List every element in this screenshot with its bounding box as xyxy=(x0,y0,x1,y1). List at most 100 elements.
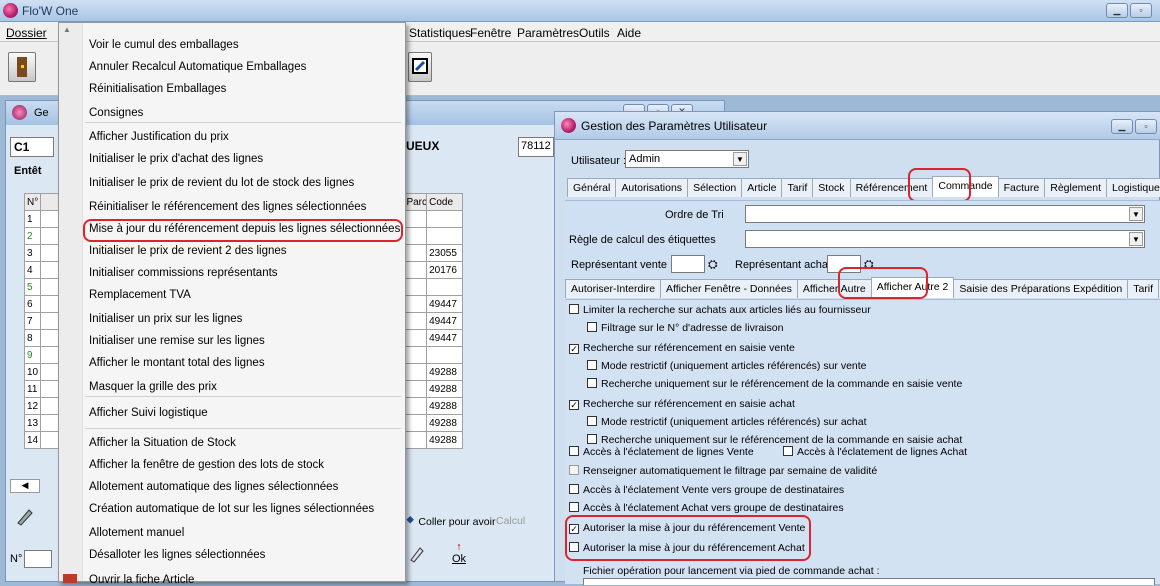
row-code: 49288 xyxy=(426,414,464,432)
menu-item[interactable]: Réinitialiser le référencement des ligne… xyxy=(89,201,366,213)
menu-item[interactable]: Initialiser une remise sur les lignes xyxy=(89,335,265,347)
edit-icon[interactable] xyxy=(408,52,432,82)
menu-item[interactable]: Voir le cumul des emballages xyxy=(89,39,239,51)
renseigner-checkbox[interactable]: Renseigner automatiquement le filtrage p… xyxy=(569,465,877,477)
menu-item[interactable]: Remplacement TVA xyxy=(89,289,191,301)
checkbox-checked-icon: ✓ xyxy=(569,400,579,410)
menu-statistiques[interactable]: Statistiques xyxy=(409,26,471,40)
eclat-achat-groupe-checkbox[interactable]: Accès à l'éclatement Achat vers groupe d… xyxy=(569,502,844,514)
checkbox-icon xyxy=(587,416,597,426)
tab-entete[interactable]: Entêt xyxy=(14,165,42,177)
subtab-afficherfenêtredonnées[interactable]: Afficher Fenêtre - Données xyxy=(660,279,798,298)
pen-tool-icon[interactable] xyxy=(14,505,36,527)
menu-item[interactable]: Afficher Suivi logistique xyxy=(89,407,208,419)
minimize-icon[interactable]: ▁ xyxy=(1106,3,1128,18)
menu-aide[interactable]: Aide xyxy=(617,26,641,40)
up-arrow-icon: ↑ xyxy=(456,541,462,553)
tab-sélection[interactable]: Sélection xyxy=(687,178,743,197)
menu-item[interactable]: Afficher Justification du prix xyxy=(89,131,229,143)
subtab-autoriserinterdire[interactable]: Autoriser-Interdire xyxy=(565,279,662,298)
tab-tarif[interactable]: Tarif xyxy=(781,178,814,197)
checkbox-icon xyxy=(569,304,579,314)
eclat-achat-checkbox[interactable]: Accès à l'éclatement de lignes Achat xyxy=(783,446,967,458)
bottom-n-field[interactable] xyxy=(24,550,52,568)
subtab-saisiedespréparationsexpédition[interactable]: Saisie des Préparations Expédition xyxy=(953,279,1129,298)
menu-item[interactable]: Création automatique de lot sur les lign… xyxy=(89,503,374,515)
row-code: 49288 xyxy=(426,380,464,398)
option-checkbox[interactable]: ✓ Recherche sur référencement en saisie v… xyxy=(569,342,795,354)
regle-select[interactable]: ▼ xyxy=(745,230,1145,248)
menu-item[interactable]: Désalloter les lignes sélectionnées xyxy=(89,549,265,561)
tab-règlement[interactable]: Règlement xyxy=(1044,178,1108,197)
option-checkbox[interactable]: Mode restrictif (uniquement articles réf… xyxy=(587,416,867,428)
tab-logistique[interactable]: Logistique xyxy=(1106,178,1160,197)
option-checkbox[interactable]: Recherche uniquement sur le référencemen… xyxy=(587,378,962,390)
calcul-button[interactable]: Calcul xyxy=(496,515,525,527)
edit-icon[interactable] xyxy=(408,544,426,564)
menu-item[interactable]: Initialiser le prix de revient du lot de… xyxy=(89,177,354,189)
menu-item[interactable]: Annuler Recalcul Automatique Emballages xyxy=(89,61,306,73)
tab-général[interactable]: Général xyxy=(567,178,617,197)
row-number: 14 xyxy=(23,431,42,449)
menu-fenetre[interactable]: Fenêtre xyxy=(470,26,511,40)
menu-item[interactable]: Initialiser un prix sur les lignes xyxy=(89,313,242,325)
client-code-field[interactable]: C1 xyxy=(10,137,54,157)
eclat-vente-checkbox[interactable]: Accès à l'éclatement de lignes Vente xyxy=(569,446,754,458)
menu-item[interactable]: Initialiser le prix de revient 2 des lig… xyxy=(89,245,287,257)
rep-vente-lookup-icon[interactable]: ⛭ xyxy=(708,257,718,272)
menu-outils[interactable]: Outils xyxy=(579,26,610,40)
menu-item[interactable]: Afficher le montant total des lignes xyxy=(89,357,265,369)
postal-code-field[interactable]: 78112 xyxy=(518,137,554,157)
menu-item[interactable]: Afficher la Situation de Stock xyxy=(89,437,236,449)
user-select[interactable]: Admin ▼ xyxy=(625,150,749,168)
option-checkbox[interactable]: Filtrage sur le N° d'adresse de livraiso… xyxy=(587,322,783,334)
row-code xyxy=(426,210,464,228)
grid-header-cell[interactable]: Code xyxy=(426,193,464,211)
ok-button[interactable]: ↑ Ok xyxy=(452,541,466,565)
dialog-maximize-icon[interactable]: ▫ xyxy=(1135,119,1157,134)
checkbox-icon xyxy=(587,434,597,444)
tab-autorisations[interactable]: Autorisations xyxy=(615,178,689,197)
option-checkbox[interactable]: Recherche uniquement sur le référencemen… xyxy=(587,434,962,446)
menu-item[interactable]: Masquer la grille des prix xyxy=(89,381,217,393)
rep-vente-field[interactable] xyxy=(671,255,705,273)
options-panel: Limiter la recherche sur achats aux arti… xyxy=(565,299,1160,585)
option-checkbox[interactable]: Mode restrictif (uniquement articles réf… xyxy=(587,360,867,372)
chevron-down-icon[interactable]: ▼ xyxy=(1129,207,1143,221)
menu-item[interactable]: Initialiser commissions représentants xyxy=(89,267,278,279)
scroll-left-icon[interactable]: ◀ xyxy=(10,479,40,493)
rep-achat-label: Représentant achat xyxy=(735,259,832,271)
eclat-vente-groupe-checkbox[interactable]: Accès à l'éclatement Vente vers groupe d… xyxy=(569,484,844,496)
coller-pour-avoir-button[interactable]: ⯁ Coller pour avoir xyxy=(406,515,495,528)
chevron-down-icon[interactable]: ▼ xyxy=(1129,232,1143,246)
chevron-down-icon[interactable]: ▼ xyxy=(733,152,747,166)
exit-door-icon[interactable] xyxy=(8,52,36,82)
paste-icon: ⯁ xyxy=(406,515,415,527)
ordre-select[interactable]: ▼ xyxy=(745,205,1145,223)
menu-item[interactable]: Consignes xyxy=(89,107,143,119)
menu-item[interactable]: Réinitialisation Emballages xyxy=(89,83,226,95)
menu-item[interactable]: Allotement automatique des lignes sélect… xyxy=(89,481,338,493)
menu-item[interactable]: Allotement manuel xyxy=(89,527,184,539)
menu-item[interactable]: Afficher la fenêtre de gestion des lots … xyxy=(89,459,324,471)
tab-facture[interactable]: Facture xyxy=(997,178,1046,197)
tab-stock[interactable]: Stock xyxy=(812,178,851,197)
scroll-up-icon[interactable]: ▲ xyxy=(63,25,71,34)
subtab-tarif[interactable]: Tarif xyxy=(1127,279,1160,298)
menu-item[interactable]: Initialiser le prix d'achat des lignes xyxy=(89,153,263,165)
user-label: Utilisateur : xyxy=(571,155,627,167)
dialog-minimize-icon[interactable]: ▁ xyxy=(1111,119,1133,134)
grid-header-cell[interactable]: N° xyxy=(23,193,42,211)
checkbox-icon xyxy=(569,502,579,512)
menu-dossier[interactable]: Dossier xyxy=(6,26,47,40)
checkbox-icon xyxy=(569,465,579,475)
child-logo-icon xyxy=(12,105,27,120)
row-number: 7 xyxy=(23,312,42,330)
menu-parametres[interactable]: Paramètres xyxy=(517,26,579,40)
menu-item[interactable]: Ouvrir la fiche Article xyxy=(89,574,194,586)
maximize-icon[interactable]: ▫ xyxy=(1130,3,1152,18)
option-checkbox[interactable]: Limiter la recherche sur achats aux arti… xyxy=(569,304,871,316)
dialog-titlebar: Gestion des Paramètres Utilisateur ▁ ▫ xyxy=(555,112,1160,140)
option-checkbox[interactable]: ✓ Recherche sur référencement en saisie a… xyxy=(569,398,795,410)
tab-article[interactable]: Article xyxy=(741,178,783,197)
